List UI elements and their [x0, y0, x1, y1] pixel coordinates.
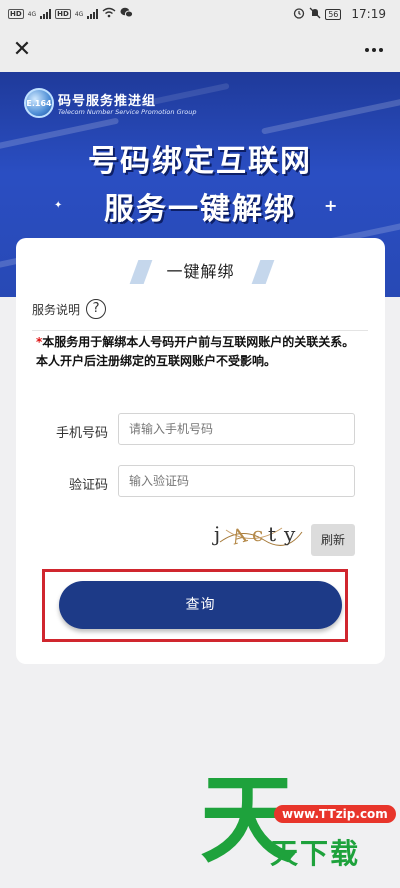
signal-icon-2	[87, 9, 99, 19]
service-info-row: 服务说明 ?	[32, 298, 107, 320]
mute-icon	[309, 7, 321, 22]
status-right: 56 17:19	[293, 7, 386, 22]
status-bar: HD 4G HD 4G 56 17:19	[0, 0, 400, 28]
hd-badge: HD	[8, 9, 24, 19]
sparkle-icon-2: ✦	[54, 200, 63, 211]
headline-line1: 号码绑定互联网	[88, 144, 312, 179]
captcha-char: c	[252, 522, 264, 546]
help-icon[interactable]: ?	[86, 299, 107, 319]
watermark-text: 天下载	[270, 837, 361, 870]
captcha-char: y	[284, 522, 296, 546]
more-dots-icon[interactable]	[362, 38, 386, 62]
wifi-icon	[102, 7, 116, 21]
unbind-form-card: 一键解绑 服务说明 ? *本服务用于解绑本人号码开户前与互联网账户的关联关系。本…	[16, 238, 385, 664]
notice-text: 本服务用于解绑本人号码开户前与互联网账户的关联关系。本人开户后注册绑定的互联网账…	[36, 335, 355, 368]
service-info-label: 服务说明	[32, 302, 81, 317]
refresh-captcha-button[interactable]: 刷新	[311, 524, 355, 556]
captcha-image[interactable]: j A c t y	[212, 522, 304, 550]
network-type-2: 4G	[74, 10, 84, 18]
clock: 17:19	[351, 7, 386, 21]
battery-indicator: 56	[325, 8, 342, 20]
code-input[interactable]	[118, 465, 355, 497]
network-type-1: 4G	[27, 10, 37, 18]
phone-input[interactable]	[118, 413, 355, 445]
signal-icon	[40, 9, 52, 19]
captcha-char: t	[268, 522, 277, 546]
code-label: 验证码	[68, 478, 108, 493]
hd-badge-2: HD	[55, 9, 71, 19]
close-icon[interactable]: ✕	[10, 38, 34, 62]
alarm-icon	[293, 7, 305, 22]
watermark-url: www.TTzip.com	[274, 805, 396, 823]
phone-label: 手机号码	[55, 426, 108, 441]
divider	[32, 330, 368, 331]
org-logo: E.164	[24, 88, 54, 118]
wechat-icon	[120, 7, 134, 21]
org-name: 码号服务推进组	[58, 94, 157, 109]
title-bar: ✕	[0, 28, 400, 72]
status-left: HD 4G HD 4G	[8, 7, 134, 21]
service-notice: *本服务用于解绑本人号码开户前与互联网账户的关联关系。本人开户后注册绑定的互联网…	[36, 333, 366, 371]
card-title: 一键解绑	[166, 262, 235, 281]
org-subtitle: Telecom Number Service Promotion Group	[58, 108, 197, 116]
query-button[interactable]: 查询	[59, 581, 342, 629]
captcha-char: j	[214, 522, 221, 546]
sparkle-icon: +	[324, 196, 338, 215]
